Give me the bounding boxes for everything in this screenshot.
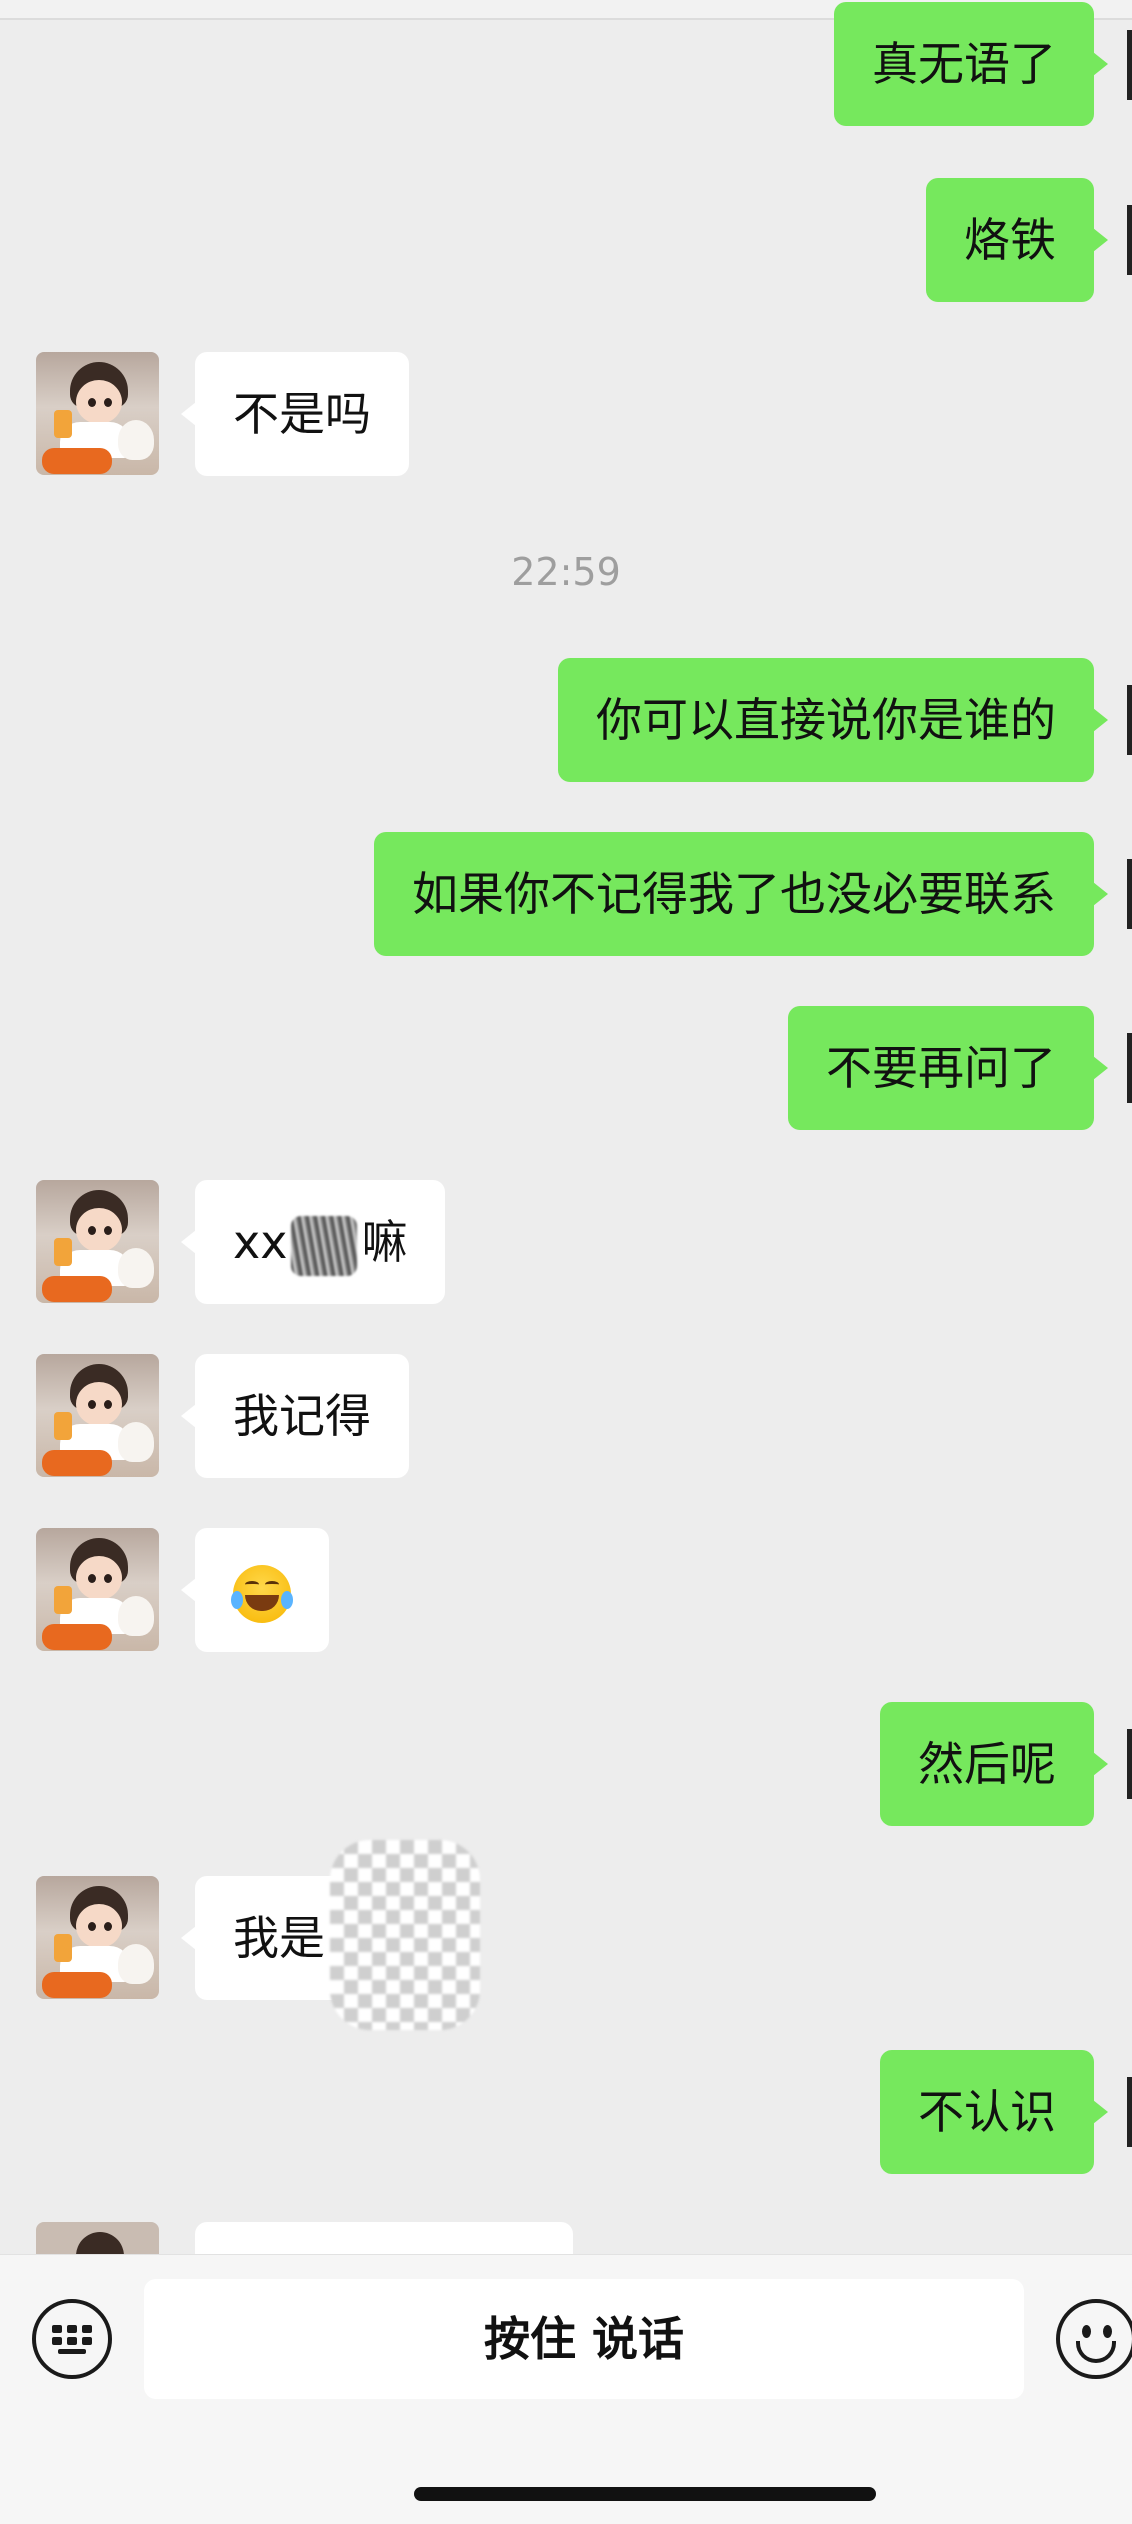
outgoing-message-bubble[interactable]: 真无语了 (834, 2, 1108, 126)
message-text: xx (233, 1215, 288, 1269)
chat-screen: 真无语了 烙铁 不是吗 22:59 你可以直接说你是谁的 如果你不记得我了也没必… (0, 0, 1132, 2524)
hold-to-talk-button[interactable]: 按住 说话 (144, 2279, 1024, 2399)
message-text: 嘛 (361, 1215, 408, 1269)
edge-marker (1127, 1033, 1132, 1103)
incoming-message-bubble-partial[interactable] (195, 2222, 573, 2254)
message-text: 不要再问了 (826, 1041, 1056, 1095)
outgoing-message-bubble[interactable]: 不要再问了 (788, 1006, 1108, 1130)
message-list[interactable]: 真无语了 烙铁 不是吗 22:59 你可以直接说你是谁的 如果你不记得我了也没必… (0, 0, 1132, 2254)
outgoing-message-bubble[interactable]: 你可以直接说你是谁的 (558, 658, 1108, 782)
message-text: 真无语了 (872, 37, 1056, 91)
edge-marker (1127, 685, 1132, 755)
message-text: 我记得 (233, 1389, 371, 1443)
edge-marker (1127, 859, 1132, 929)
edge-marker (1127, 205, 1132, 275)
outgoing-message-bubble[interactable]: 烙铁 (926, 178, 1108, 302)
edge-marker (1127, 30, 1132, 100)
contact-avatar[interactable] (36, 1180, 159, 1303)
outgoing-message-bubble[interactable]: 如果你不记得我了也没必要联系 (374, 832, 1108, 956)
message-text: 你可以直接说你是谁的 (596, 693, 1056, 747)
message-text: 然后呢 (918, 1737, 1056, 1791)
home-indicator[interactable] (414, 2487, 876, 2501)
redaction-scribble (291, 1215, 358, 1276)
message-text: 烙铁 (964, 213, 1056, 267)
incoming-message-bubble[interactable]: xx 嘛 (180, 1180, 446, 1304)
contact-avatar[interactable] (36, 1528, 159, 1651)
face-with-tears-of-joy-icon (231, 1564, 293, 1623)
contact-avatar-partial[interactable] (36, 2222, 159, 2254)
mosaic-redaction (330, 1840, 480, 2030)
edge-marker (1127, 1729, 1132, 1799)
message-text: 不认识 (918, 2085, 1056, 2139)
keyboard-icon[interactable] (32, 2299, 112, 2379)
edge-marker (1127, 2077, 1132, 2147)
incoming-message-bubble[interactable]: 不是吗 (181, 352, 409, 476)
input-toolbar: 按住 说话 (0, 2254, 1132, 2524)
outgoing-message-bubble[interactable]: 然后呢 (880, 1702, 1108, 1826)
incoming-message-bubble[interactable] (181, 1528, 329, 1652)
outgoing-message-bubble[interactable]: 不认识 (880, 2050, 1108, 2174)
contact-avatar[interactable] (36, 1354, 159, 1477)
contact-avatar[interactable] (36, 1876, 159, 1999)
emoji-icon[interactable] (1056, 2299, 1132, 2379)
incoming-message-bubble[interactable]: 我记得 (181, 1354, 409, 1478)
message-text: 我是 (233, 1911, 325, 1965)
message-text: 如果你不记得我了也没必要联系 (412, 867, 1056, 921)
message-text: 不是吗 (233, 387, 371, 441)
message-timestamp: 22:59 (511, 550, 621, 594)
contact-avatar[interactable] (36, 352, 159, 475)
